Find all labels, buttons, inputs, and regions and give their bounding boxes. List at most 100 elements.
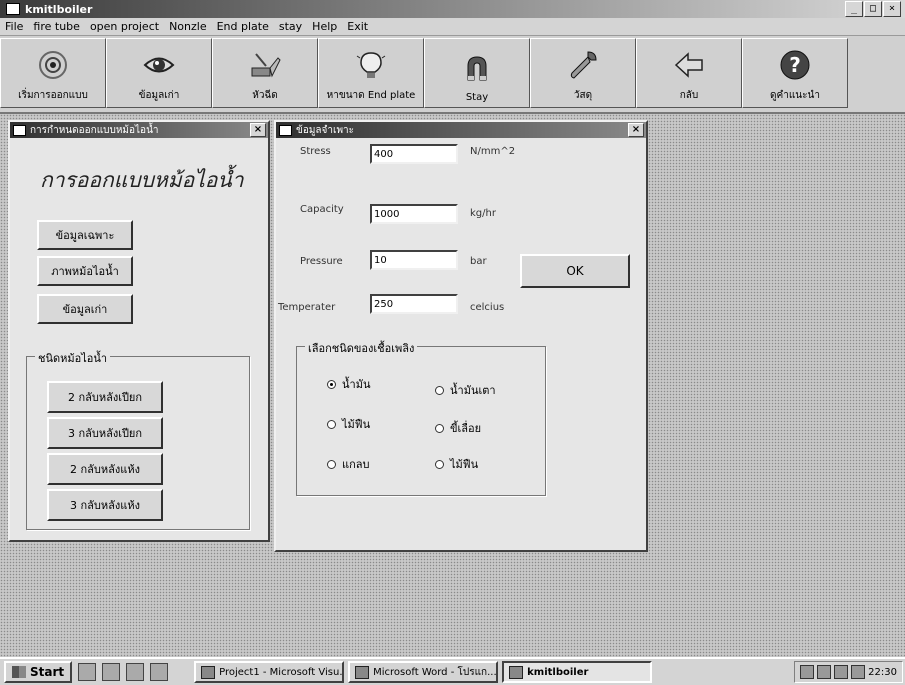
boiler-image-button[interactable]: ภาพหม้อไอน้ำ: [37, 256, 133, 286]
boiler-type-legend: ชนิดหม้อไอน้ำ: [35, 349, 111, 367]
menu-fire-tube[interactable]: fire tube: [28, 20, 85, 33]
end-plate-button[interactable]: หาขนาด End plate: [318, 38, 424, 108]
back-arrow-icon: [674, 52, 703, 78]
fuel-option-firewood-2-label: ไม้ฟืน: [450, 458, 479, 471]
minimize-button[interactable]: _: [845, 1, 863, 17]
capacity-input[interactable]: [370, 204, 458, 224]
capacity-label: Capacity: [300, 204, 344, 215]
fuel-option-rice-husk[interactable]: แกลบ: [327, 455, 369, 473]
task-visual-basic-label: Project1 - Microsoft Visu...: [219, 666, 345, 678]
menu-open-project[interactable]: open project: [85, 20, 164, 33]
old-data-button[interactable]: ข้อมูลเก่า: [106, 38, 212, 108]
design-heading: การออกแบบหม้อไอน้ำ: [40, 168, 244, 192]
taskbar: Start Project1 - Microsoft Visu... Micro…: [0, 657, 905, 685]
old-data-side-button[interactable]: ข้อมูลเก่า: [37, 294, 133, 324]
pressure-input[interactable]: [370, 250, 458, 270]
menu-bar: File fire tube open project Nonzle End p…: [0, 18, 905, 36]
radio-icon: [327, 459, 336, 469]
nozzle-button[interactable]: หัวฉีด: [212, 38, 318, 108]
mouse-icon[interactable]: [851, 665, 866, 679]
old-data-label: ข้อมูลเก่า: [138, 90, 180, 101]
word-icon: [355, 665, 370, 679]
menu-stay[interactable]: stay: [274, 20, 307, 33]
spec-window-close-button[interactable]: ×: [628, 123, 644, 137]
radio-selected-icon: [327, 379, 336, 389]
system-tray: 22:30: [794, 661, 903, 683]
temperature-input[interactable]: [370, 294, 458, 314]
specific-data-button[interactable]: ข้อมูลเฉพาะ: [37, 220, 133, 250]
task-kmitlboiler-label: kmitlboiler: [527, 666, 589, 678]
maximize-button[interactable]: □: [864, 1, 882, 17]
channels-shortcut-icon[interactable]: [126, 663, 145, 681]
menu-file[interactable]: File: [0, 20, 28, 33]
windows-logo-icon: [12, 666, 26, 678]
help-button[interactable]: ? ดูคำแนะนำ: [742, 38, 848, 108]
desktop-shortcut-icon[interactable]: [78, 663, 97, 681]
volume-icon[interactable]: [834, 665, 849, 679]
boiler-type-3-dry-button[interactable]: 3 กลับหลังแห้ง: [47, 489, 163, 521]
pressure-label: Pressure: [300, 256, 343, 267]
task-kmitlboiler[interactable]: kmitlboiler: [502, 661, 653, 683]
window-controls: _ □ ×: [845, 1, 901, 17]
fuel-option-bunker-oil[interactable]: น้ำมันเตา: [435, 381, 496, 399]
close-button[interactable]: ×: [883, 1, 901, 17]
visual-basic-icon: [201, 665, 216, 679]
kmitlboiler-icon: [509, 665, 524, 679]
fuel-option-firewood-2[interactable]: ไม้ฟืน: [435, 455, 478, 473]
design-window-titlebar[interactable]: การกำหนดออกแบบหม้อไอน้ำ ×: [10, 122, 268, 138]
fuel-option-oil-label: น้ำมัน: [342, 378, 371, 391]
eye-icon: [143, 57, 175, 73]
boiler-type-2-dry-button[interactable]: 2 กลับหลังแห้ง: [47, 453, 163, 485]
stress-input[interactable]: [370, 144, 458, 164]
task-word[interactable]: Microsoft Word - โปรแก...: [348, 661, 499, 683]
radio-icon: [435, 459, 444, 469]
app-icon: [6, 3, 20, 15]
help-label: ดูคำแนะนำ: [770, 90, 820, 101]
fuel-type-group: เลือกชนิดของเชื้อเพลิง น้ำมัน น้ำมันเตา …: [296, 339, 546, 496]
start-design-label: เริ่มการออกแบบ: [18, 90, 88, 101]
spec-window-titlebar[interactable]: ข้อมูลจำเพาะ ×: [276, 122, 646, 138]
app-shortcut-icon[interactable]: [150, 663, 169, 681]
task-word-label: Microsoft Word - โปรแก...: [373, 666, 497, 678]
radio-icon: [435, 385, 444, 395]
browser-shortcut-icon[interactable]: [102, 663, 121, 681]
spec-window-title: ข้อมูลจำเพาะ: [296, 124, 355, 136]
stay-button[interactable]: Stay: [424, 38, 530, 108]
back-label: กลับ: [679, 90, 699, 101]
help-icon: ?: [780, 50, 810, 80]
task-visual-basic[interactable]: Project1 - Microsoft Visu...: [194, 661, 345, 683]
fuel-option-sawdust-label: ขี้เลื่อย: [450, 422, 482, 435]
pressure-unit: bar: [470, 256, 487, 267]
design-window-close-button[interactable]: ×: [250, 123, 266, 137]
fuel-option-oil[interactable]: น้ำมัน: [327, 375, 370, 393]
menu-end-plate[interactable]: End plate: [212, 20, 274, 33]
spec-window-icon: [279, 124, 292, 136]
radio-icon: [435, 423, 444, 433]
lightbulb-icon: [356, 52, 386, 78]
fuel-option-sawdust[interactable]: ขี้เลื่อย: [435, 419, 481, 437]
clock: 22:30: [868, 666, 897, 678]
wrench-icon: [570, 51, 597, 79]
start-button[interactable]: Start: [4, 661, 73, 683]
menu-exit[interactable]: Exit: [342, 20, 373, 33]
fuel-type-legend: เลือกชนิดของเชื้อเพลิง: [305, 339, 418, 357]
boiler-type-group: ชนิดหม้อไอน้ำ 2 กลับหลังเปียก 3 กลับหลัง…: [26, 349, 250, 530]
start-design-button[interactable]: เริ่มการออกแบบ: [0, 38, 106, 108]
boiler-type-2-wet-button[interactable]: 2 กลับหลังเปียก: [47, 381, 163, 413]
material-button[interactable]: วัสดุ: [530, 38, 636, 108]
language-icon[interactable]: [817, 665, 832, 679]
network-icon[interactable]: [800, 665, 815, 679]
back-button[interactable]: กลับ: [636, 38, 742, 108]
boiler-type-3-wet-button[interactable]: 3 กลับหลังเปียก: [47, 417, 163, 449]
design-window-title: การกำหนดออกแบบหม้อไอน้ำ: [30, 124, 159, 136]
temperature-label: Temperater: [278, 302, 336, 313]
fuel-option-firewood[interactable]: ไม้ฟืน: [327, 415, 370, 433]
stress-unit: N/mm^2: [470, 146, 516, 157]
menu-help[interactable]: Help: [307, 20, 342, 33]
window-title: kmitlboiler: [25, 2, 93, 16]
capacity-unit: kg/hr: [470, 208, 496, 219]
target-icon: [39, 51, 67, 79]
ok-button[interactable]: OK: [520, 254, 630, 288]
menu-nonzle[interactable]: Nonzle: [164, 20, 212, 33]
radio-icon: [327, 419, 336, 429]
